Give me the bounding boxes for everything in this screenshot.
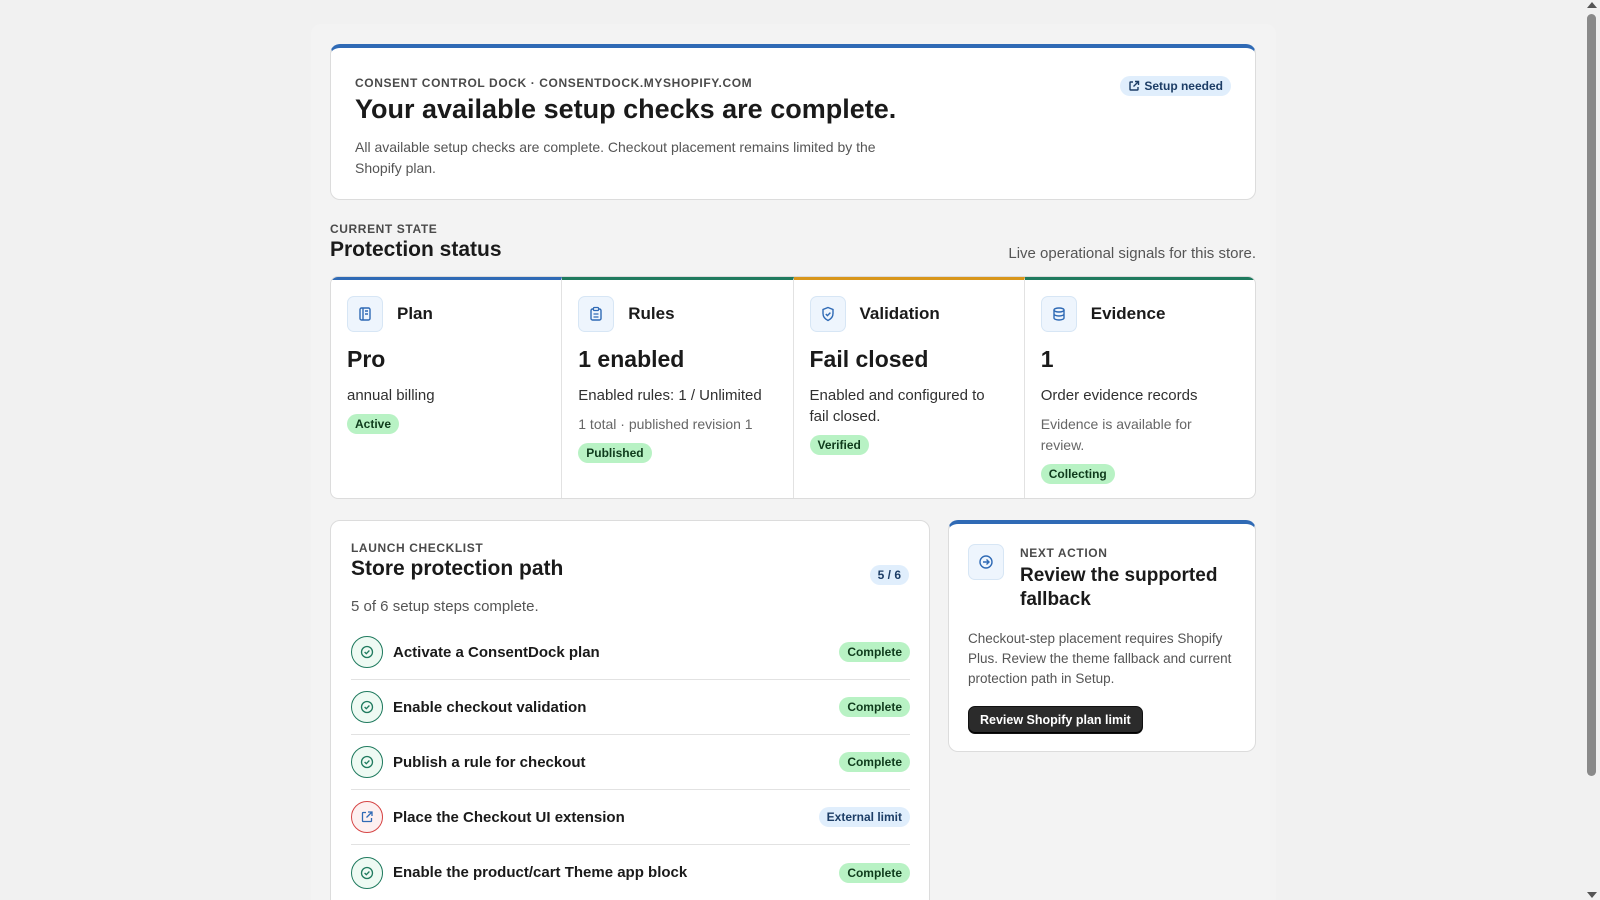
checklist-item-status: Complete [839, 642, 910, 662]
hero-description: All available setup checks are complete.… [355, 139, 876, 176]
checklist-item-status: Complete [839, 862, 910, 883]
checklist-item-status: Complete [839, 752, 910, 772]
section-eyebrow: CURRENT STATE [330, 222, 438, 236]
status-card-plan: Plan Pro annual billing Active [331, 277, 563, 498]
status-badge: Verified [809, 435, 869, 455]
shield-check-icon [809, 296, 846, 332]
checklist-item-label: Publish a rule for checkout [393, 753, 586, 771]
checklist-item-label: Place the Checkout UI extension [393, 808, 625, 826]
checklist-item[interactable]: Place the Checkout UI extension External… [351, 790, 910, 845]
checklist-item-status: Complete [839, 697, 910, 717]
status-badge: Collecting [1040, 464, 1115, 484]
status-card-detail: Enabled rules: 1 / Unlimited [578, 387, 762, 404]
clipboard-icon [578, 296, 615, 332]
status-card-detail: annual billing [347, 387, 435, 404]
check-circle-icon [351, 856, 383, 889]
status-card-value: 1 enabled [578, 346, 685, 372]
external-link-icon [351, 801, 383, 833]
checklist-summary: 5 of 6 setup steps complete. [351, 598, 539, 615]
check-circle-icon [351, 691, 383, 723]
plan-icon [347, 296, 383, 332]
hero-card: CONSENT CONTROL DOCK · CONSENTDOCK.MYSHO… [330, 44, 1256, 200]
review-plan-limit-button[interactable]: Review Shopify plan limit [968, 706, 1143, 734]
checklist-item-label: Enable the product/cart Theme app block [393, 864, 688, 881]
status-card-value: Pro [347, 346, 386, 372]
store-eyebrow: CONSENT CONTROL DOCK · CONSENTDOCK.MYSHO… [355, 76, 753, 90]
status-grid: Plan Pro annual billing Active Rules 1 e… [330, 276, 1256, 499]
status-card-evidence: Evidence 1 Order evidence records Eviden… [1024, 277, 1255, 498]
checklist-item-status: External limit [818, 807, 910, 827]
external-link-icon [1129, 80, 1140, 91]
scroll-up-icon[interactable] [1587, 2, 1597, 8]
launch-checklist-card: LAUNCH CHECKLIST Store protection path 5… [330, 520, 930, 900]
status-card-detail: Enabled and configured to fail closed. [809, 387, 985, 425]
status-badge: Published [578, 443, 652, 463]
next-action-description: Checkout-step placement requires Shopify… [968, 631, 1232, 686]
checklist-items: Activate a ConsentDock plan Complete Ena… [351, 625, 910, 900]
check-circle-icon [351, 746, 383, 778]
status-card-validation: Validation Fail closed Enabled and confi… [793, 277, 1025, 498]
checklist-item[interactable]: Enable checkout validation Complete [351, 680, 910, 735]
checklist-item[interactable]: Enable the product/cart Theme app block … [351, 845, 910, 900]
status-card-value: 1 [1040, 346, 1054, 372]
status-card-label: Evidence [1090, 304, 1166, 323]
next-action-eyebrow: NEXT ACTION [1020, 546, 1108, 560]
status-card-label: Validation [859, 304, 940, 323]
section-title: Protection status [330, 238, 502, 261]
status-card-label: Rules [628, 304, 675, 323]
checklist-item[interactable]: Publish a rule for checkout Complete [351, 735, 910, 790]
checklist-eyebrow: LAUNCH CHECKLIST [351, 541, 484, 555]
status-card-label: Plan [397, 304, 433, 323]
checklist-count-badge: 5 / 6 [869, 565, 909, 585]
check-circle-icon [351, 636, 383, 668]
status-badge: Active [347, 414, 400, 434]
page-title: Your available setup checks are complete… [355, 94, 897, 124]
scroll-down-icon[interactable] [1587, 892, 1597, 898]
checklist-item-label: Enable checkout validation [393, 698, 587, 716]
status-card-detail: Order evidence records [1040, 387, 1198, 404]
database-icon [1040, 296, 1077, 332]
status-card-rules: Rules 1 enabled Enabled rules: 1 / Unlim… [562, 277, 794, 498]
status-card-sub: 1 total · published revision 1 [578, 416, 753, 432]
setup-needed-badge[interactable]: Setup needed [1120, 76, 1231, 96]
section-subtitle: Live operational signals for this store. [1008, 245, 1256, 262]
checklist-item-label: Activate a ConsentDock plan [393, 643, 600, 661]
checklist-item[interactable]: Activate a ConsentDock plan Complete [351, 625, 910, 680]
next-action-card: NEXT ACTION Review the supported fallbac… [948, 520, 1256, 752]
status-card-sub: Evidence is available for review. [1040, 416, 1192, 453]
arrow-circle-right-icon [968, 544, 1004, 580]
next-action-title: Review the supported fallback [1020, 565, 1218, 610]
scrollbar-thumb[interactable] [1587, 14, 1596, 776]
page-scrollbar[interactable] [1583, 0, 1600, 900]
checklist-title: Store protection path [351, 557, 564, 580]
setup-needed-label: Setup needed [1144, 79, 1223, 93]
status-card-value: Fail closed [809, 346, 929, 372]
